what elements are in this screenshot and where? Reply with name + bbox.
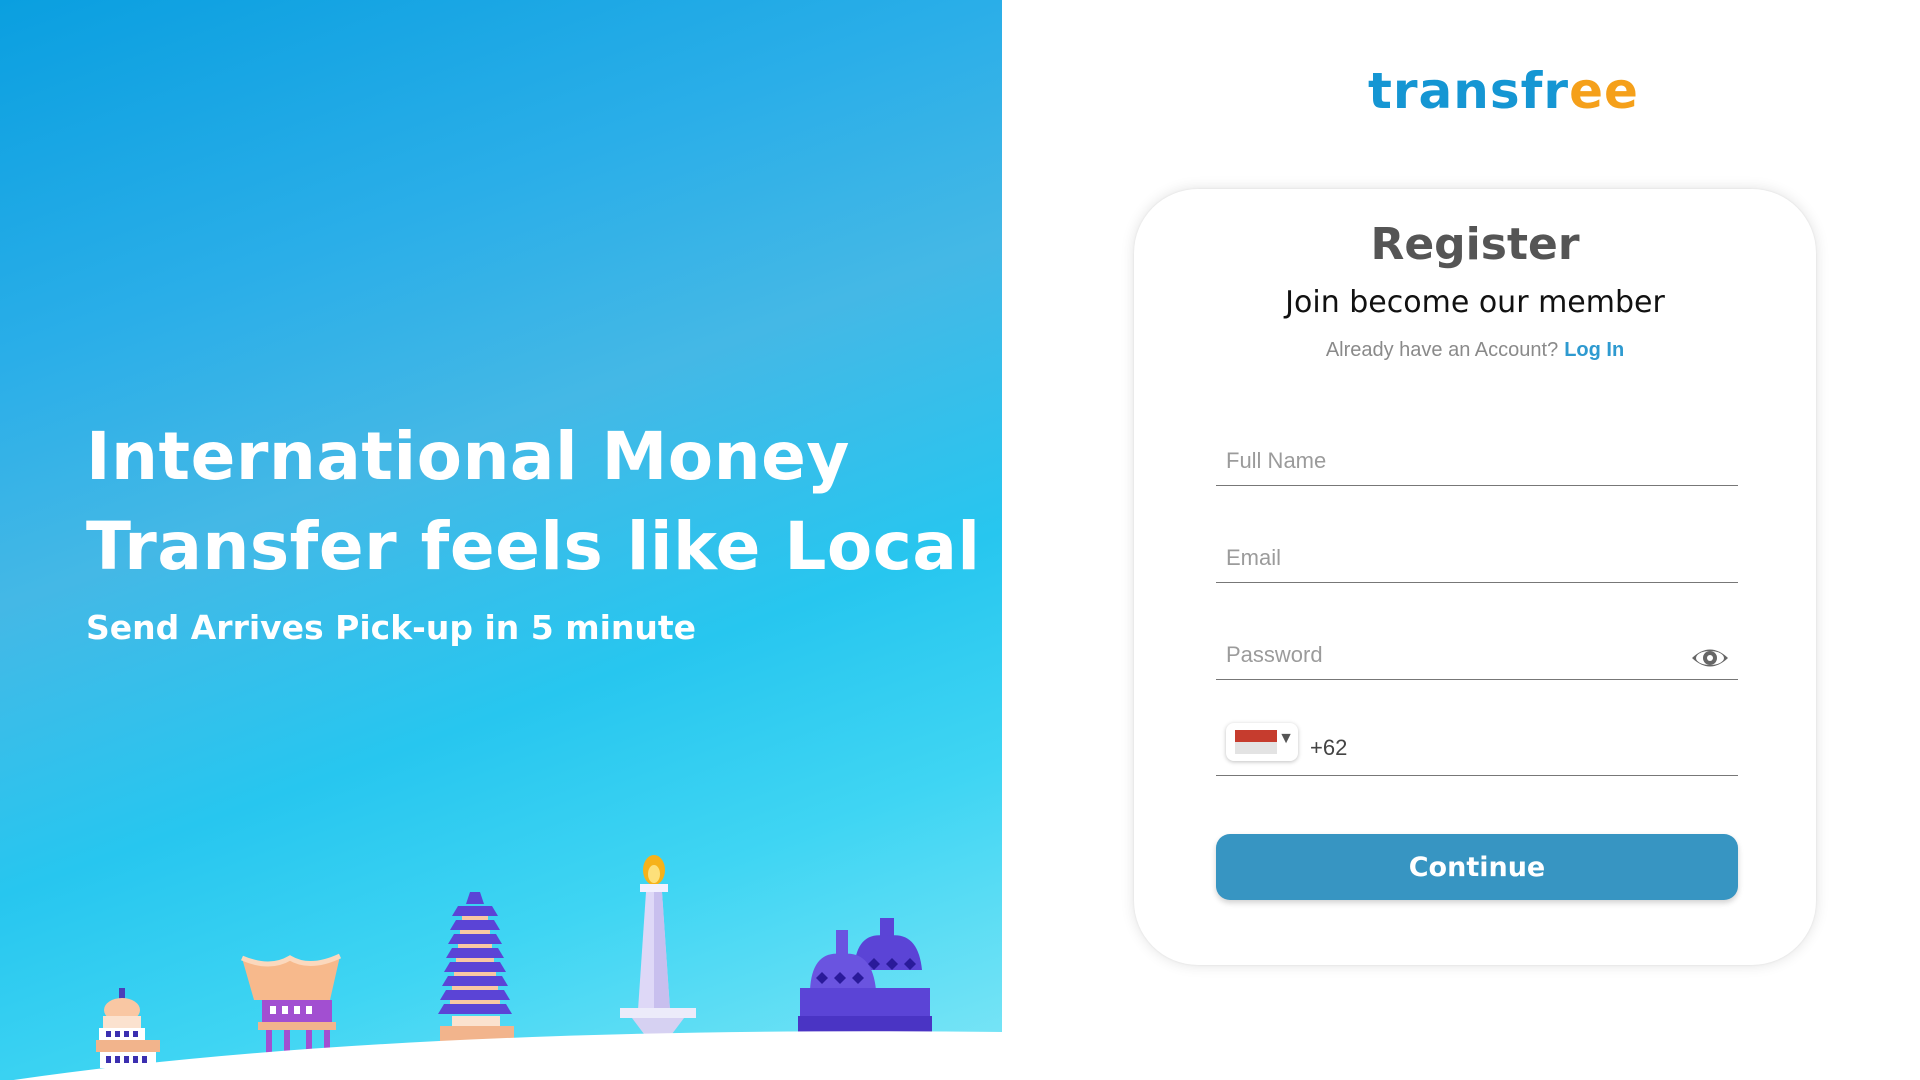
pagoda-landmark xyxy=(438,892,514,1042)
transfree-logo: transfree xyxy=(1368,62,1639,120)
email-input[interactable] xyxy=(1226,542,1688,574)
phone-input[interactable] xyxy=(1356,735,1688,767)
logo-part-orange: ee xyxy=(1569,62,1639,120)
caret-down-icon: ▼ xyxy=(1278,730,1294,747)
full-name-field xyxy=(1216,429,1738,486)
phone-country-code: +62 xyxy=(1310,735,1348,760)
login-prompt: Already have an Account? Log In xyxy=(1134,339,1816,362)
hero-banner: International Money Transfer feels like … xyxy=(0,0,1002,1080)
hero-title-line2: Transfer feels like Local xyxy=(86,508,981,585)
indonesia-flag-icon xyxy=(1235,730,1277,742)
email-field xyxy=(1216,526,1738,583)
country-code-select[interactable]: ▼ xyxy=(1226,723,1298,761)
monument-landmark xyxy=(620,855,696,1034)
mosque-landmark xyxy=(96,988,160,1068)
password-input[interactable] xyxy=(1226,639,1688,671)
continue-button[interactable]: Continue xyxy=(1216,834,1738,900)
login-link[interactable]: Log In xyxy=(1564,339,1624,361)
register-subtitle: Join become our member xyxy=(1285,285,1665,320)
logo-part-blue: transfr xyxy=(1368,62,1570,120)
hero-subtitle: Send Arrives Pick-up in 5 minute xyxy=(86,608,697,647)
eye-icon[interactable] xyxy=(1690,645,1730,671)
password-field xyxy=(1216,623,1738,680)
hero-title: International Money Transfer feels like … xyxy=(86,412,981,592)
hero-title-line1: International Money xyxy=(86,418,850,495)
login-prompt-text: Already have an Account? xyxy=(1325,339,1559,361)
register-title: Register xyxy=(1370,219,1580,270)
full-name-input[interactable] xyxy=(1226,445,1688,477)
phone-field: ▼ +62 xyxy=(1216,719,1738,776)
landmarks-illustration xyxy=(0,855,1002,1080)
traditional-house-landmark xyxy=(241,953,342,1056)
temple-landmark xyxy=(798,918,932,1034)
register-card: Register Join become our member Already … xyxy=(1134,189,1816,965)
